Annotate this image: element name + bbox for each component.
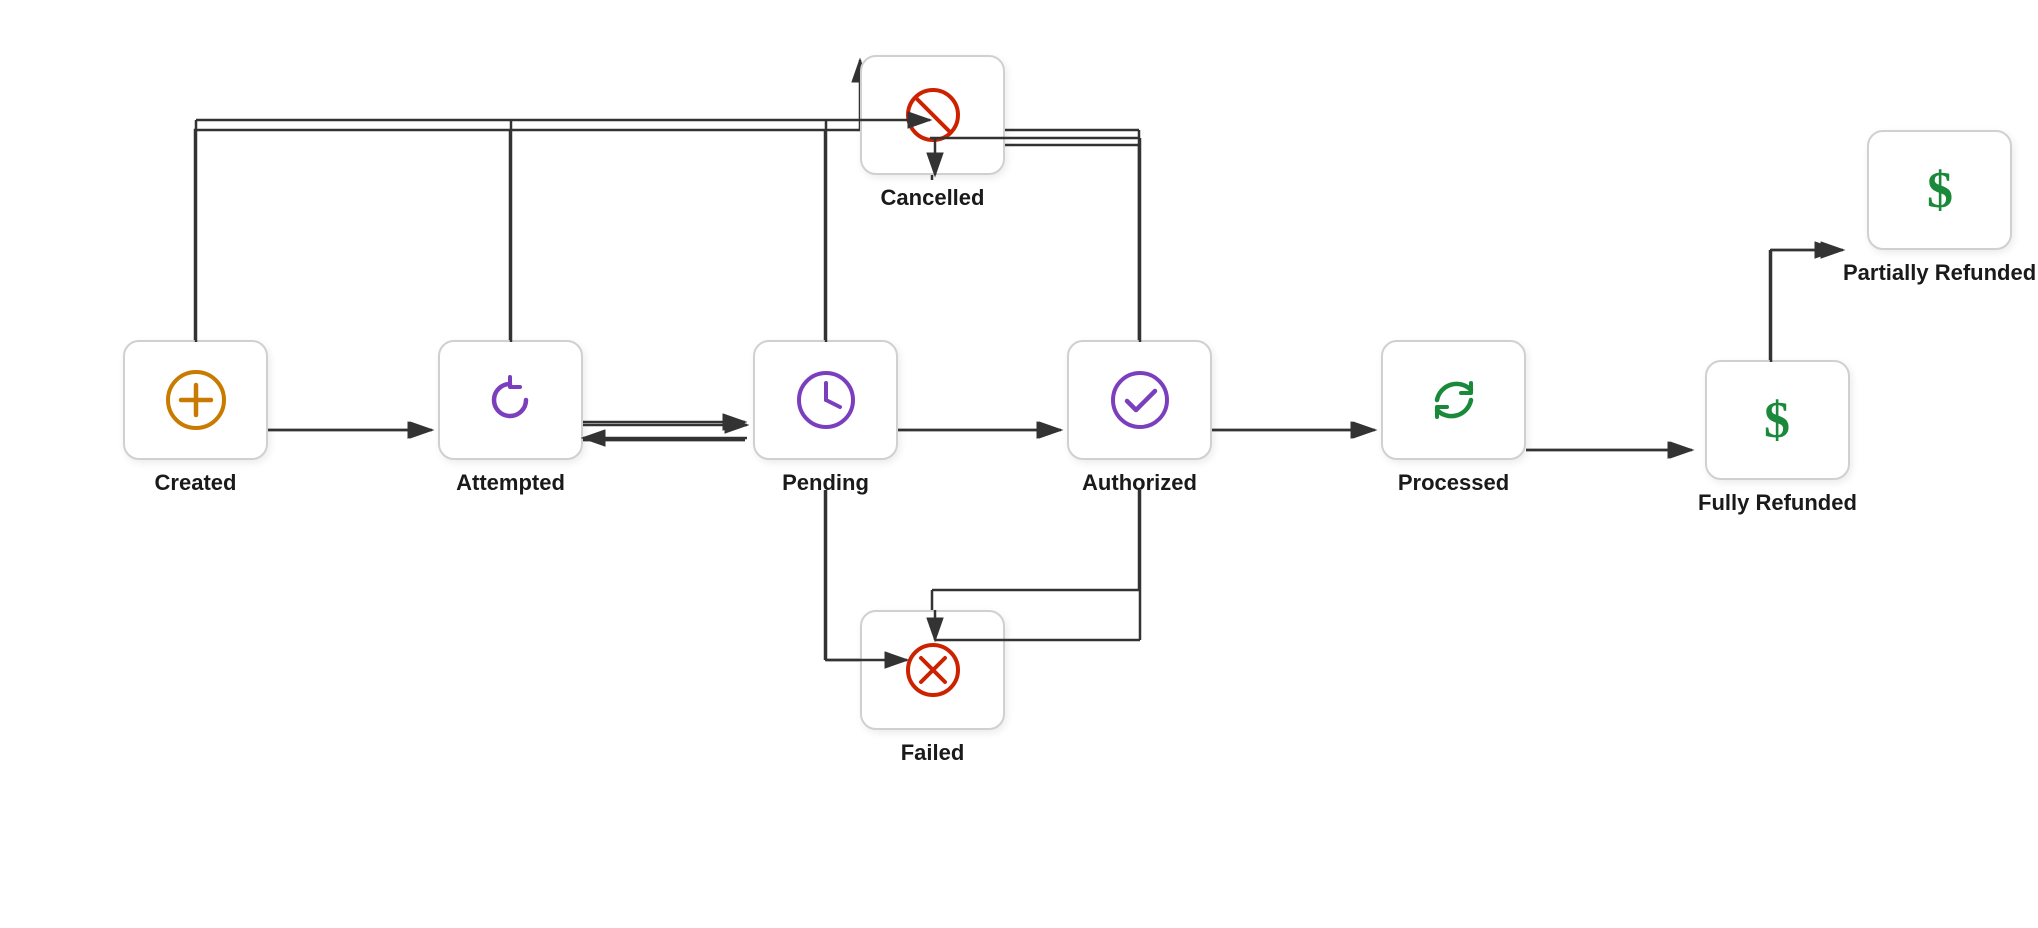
node-created: Created	[123, 340, 268, 496]
dollar-icon-partial: $	[1905, 155, 1975, 225]
node-partially-refunded: $ Partially Refunded	[1843, 130, 2036, 286]
processed-label: Processed	[1398, 470, 1509, 496]
fully-refunded-label: Fully Refunded	[1698, 490, 1857, 516]
diagram-container: Created Attempted Pending	[0, 0, 2038, 928]
node-box-cancelled	[860, 55, 1005, 175]
plus-circle-icon	[161, 365, 231, 435]
refresh-icon	[1419, 365, 1489, 435]
clock-icon	[791, 365, 861, 435]
node-box-partially-refunded: $	[1867, 130, 2012, 250]
authorized-label: Authorized	[1082, 470, 1197, 496]
attempted-label: Attempted	[456, 470, 565, 496]
node-attempted: Attempted	[438, 340, 583, 496]
no-sign-icon	[898, 80, 968, 150]
node-box-created	[123, 340, 268, 460]
cancelled-label: Cancelled	[881, 185, 985, 211]
check-circle-icon	[1105, 365, 1175, 435]
pending-label: Pending	[782, 470, 869, 496]
node-cancelled: Cancelled	[860, 55, 1005, 211]
node-box-pending	[753, 340, 898, 460]
dollar-icon-fully: $	[1742, 385, 1812, 455]
node-fully-refunded: $ Fully Refunded	[1698, 360, 1857, 516]
partially-refunded-label: Partially Refunded	[1843, 260, 2036, 286]
node-box-fully-refunded: $	[1705, 360, 1850, 480]
node-authorized: Authorized	[1067, 340, 1212, 496]
node-box-processed	[1381, 340, 1526, 460]
failed-label: Failed	[901, 740, 965, 766]
node-box-failed	[860, 610, 1005, 730]
svg-text:$: $	[1927, 162, 1953, 219]
node-failed: Failed	[860, 610, 1005, 766]
node-box-attempted	[438, 340, 583, 460]
node-box-authorized	[1067, 340, 1212, 460]
svg-text:$: $	[1764, 392, 1790, 449]
node-pending: Pending	[753, 340, 898, 496]
x-circle-icon	[898, 635, 968, 705]
created-label: Created	[155, 470, 237, 496]
node-processed: Processed	[1381, 340, 1526, 496]
undo-circle-icon	[476, 365, 546, 435]
